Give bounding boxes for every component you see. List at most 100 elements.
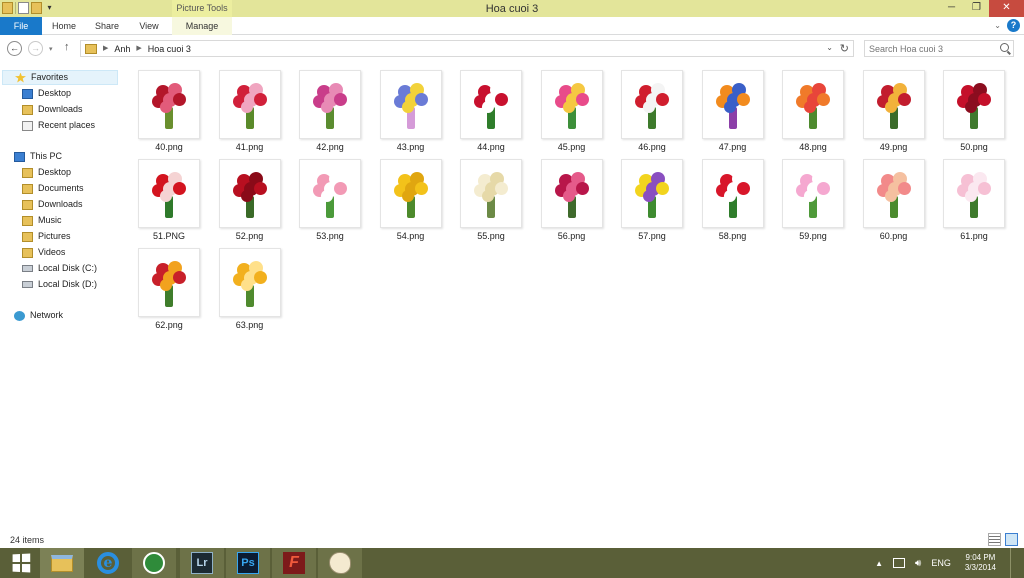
file-list[interactable]: 40.png 41.png 42.png 43.png 44.png 45.png 46.p… xyxy=(122,62,1024,532)
file-tile[interactable]: 50.png xyxy=(939,70,1009,158)
volume-icon[interactable]: 🔊︎ xyxy=(915,558,921,569)
nav-this-pc[interactable]: This PC xyxy=(14,149,62,164)
clock[interactable]: 9:04 PM 3/3/2014 xyxy=(965,553,996,573)
file-thumbnail[interactable] xyxy=(621,159,683,228)
file-tile[interactable]: 51.PNG xyxy=(134,159,204,247)
file-tile[interactable]: 48.png xyxy=(778,70,848,158)
nav-pc-pictures[interactable]: Pictures xyxy=(22,229,71,244)
nav-pc-music[interactable]: Music xyxy=(22,213,62,228)
file-thumbnail[interactable] xyxy=(460,159,522,228)
file-tile[interactable]: 56.png xyxy=(537,159,607,247)
file-thumbnail[interactable] xyxy=(460,70,522,139)
file-thumbnail[interactable] xyxy=(540,159,603,228)
search-icon[interactable] xyxy=(1000,43,1009,52)
file-thumbnail[interactable] xyxy=(782,70,844,139)
input-language[interactable]: ENG xyxy=(931,558,951,568)
file-tile[interactable]: 63.png xyxy=(215,248,285,336)
file-thumbnail[interactable] xyxy=(943,70,1005,139)
file-thumbnail[interactable] xyxy=(862,159,925,228)
file-tile[interactable]: 57.png xyxy=(617,159,687,247)
file-thumbnail[interactable] xyxy=(218,248,281,317)
file-thumbnail[interactable] xyxy=(943,159,1005,228)
large-icons-view-icon[interactable] xyxy=(1005,533,1018,546)
file-tile[interactable]: 60.png xyxy=(859,159,929,247)
show-hidden-icons-icon[interactable]: ▲ xyxy=(875,559,883,568)
tab-home[interactable]: Home xyxy=(44,17,84,35)
nav-pc-documents[interactable]: Documents xyxy=(22,181,84,196)
address-bar[interactable]: ▶ Anh ▶ Hoa cuoi 3 ⌄ ↻ xyxy=(80,40,854,57)
back-button[interactable]: ← xyxy=(7,41,22,56)
address-history-chevron-icon[interactable]: ⌄ xyxy=(826,43,833,52)
taskbar-internet-explorer[interactable]: e xyxy=(86,548,130,578)
file-tile[interactable]: 54.png xyxy=(376,159,446,247)
file-thumbnail[interactable] xyxy=(862,70,925,139)
nav-pc-videos[interactable]: Videos xyxy=(22,245,65,260)
taskbar-lightroom[interactable]: Lr xyxy=(180,548,224,578)
file-tile[interactable]: 59.png xyxy=(778,159,848,247)
file-tile[interactable]: 61.png xyxy=(939,159,1009,247)
file-tile[interactable]: 49.png xyxy=(859,70,929,158)
file-tile[interactable]: 47.png xyxy=(698,70,768,158)
tab-file[interactable]: File xyxy=(0,17,42,35)
taskbar-flash[interactable]: F xyxy=(272,548,316,578)
breadcrumb-separator-icon[interactable]: ▶ xyxy=(103,44,108,54)
file-tile[interactable]: 42.png xyxy=(295,70,365,158)
recent-locations-chevron-icon[interactable]: ▾ xyxy=(49,45,53,53)
file-tile[interactable]: 55.png xyxy=(456,159,526,247)
up-arrow-icon[interactable]: ↑ xyxy=(64,41,70,53)
file-thumbnail[interactable] xyxy=(138,159,200,228)
expand-ribbon-chevron-icon[interactable]: ⌄ xyxy=(994,21,1001,30)
file-tile[interactable]: 62.png xyxy=(134,248,204,336)
restore-button[interactable]: ❐ xyxy=(964,0,989,17)
nav-pc-local-disk-d[interactable]: Local Disk (D:) xyxy=(22,277,97,292)
show-desktop-button[interactable] xyxy=(1010,548,1016,578)
file-tile[interactable]: 53.png xyxy=(295,159,365,247)
breadcrumb-separator-icon[interactable]: ▶ xyxy=(136,44,141,54)
start-button[interactable] xyxy=(4,548,38,578)
forward-button[interactable]: → xyxy=(28,41,43,56)
tab-manage[interactable]: Manage xyxy=(172,17,232,35)
file-thumbnail[interactable] xyxy=(621,70,683,139)
file-thumbnail[interactable] xyxy=(701,70,764,139)
refresh-icon[interactable]: ↻ xyxy=(840,42,849,55)
file-tile[interactable]: 43.png xyxy=(376,70,446,158)
close-button[interactable]: ✕ xyxy=(989,0,1024,17)
nav-favorites[interactable]: Favorites xyxy=(2,70,118,85)
search-box[interactable] xyxy=(864,40,1014,57)
file-tile[interactable]: 58.png xyxy=(698,159,768,247)
minimize-button[interactable]: ─ xyxy=(939,0,964,17)
action-center-flag-icon[interactable] xyxy=(893,558,906,568)
help-icon[interactable]: ? xyxy=(1007,19,1020,32)
file-thumbnail[interactable] xyxy=(540,70,603,139)
taskbar-file-explorer[interactable] xyxy=(40,548,84,578)
file-thumbnail[interactable] xyxy=(379,70,442,139)
tab-share[interactable]: Share xyxy=(86,17,128,35)
file-thumbnail[interactable] xyxy=(379,159,442,228)
taskbar-photoshop[interactable]: Ps xyxy=(226,548,270,578)
nav-fav-recent-places[interactable]: Recent places xyxy=(22,118,95,133)
file-tile[interactable]: 44.png xyxy=(456,70,526,158)
taskbar-coc-coc[interactable] xyxy=(132,548,176,578)
file-thumbnail[interactable] xyxy=(138,70,200,139)
tab-view[interactable]: View xyxy=(130,17,168,35)
file-thumbnail[interactable] xyxy=(299,159,361,228)
file-thumbnail[interactable] xyxy=(218,70,281,139)
file-thumbnail[interactable] xyxy=(138,248,200,317)
file-thumbnail[interactable] xyxy=(701,159,764,228)
breadcrumb-hoa-cuoi-3[interactable]: Hoa cuoi 3 xyxy=(148,44,191,54)
nav-network[interactable]: Network xyxy=(14,308,63,323)
nav-pc-desktop[interactable]: Desktop xyxy=(22,165,71,180)
breadcrumb-anh[interactable]: Anh xyxy=(114,44,130,54)
file-thumbnail[interactable] xyxy=(218,159,281,228)
nav-pc-local-disk-c[interactable]: Local Disk (C:) xyxy=(22,261,97,276)
file-tile[interactable]: 40.png xyxy=(134,70,204,158)
nav-fav-desktop[interactable]: Desktop xyxy=(22,86,71,101)
file-tile[interactable]: 52.png xyxy=(215,159,285,247)
file-tile[interactable]: 46.png xyxy=(617,70,687,158)
file-thumbnail[interactable] xyxy=(782,159,844,228)
nav-pc-downloads[interactable]: Downloads xyxy=(22,197,83,212)
nav-fav-downloads[interactable]: Downloads xyxy=(22,102,83,117)
details-view-icon[interactable] xyxy=(988,533,1001,546)
search-input[interactable] xyxy=(865,41,995,56)
file-tile[interactable]: 41.png xyxy=(215,70,285,158)
